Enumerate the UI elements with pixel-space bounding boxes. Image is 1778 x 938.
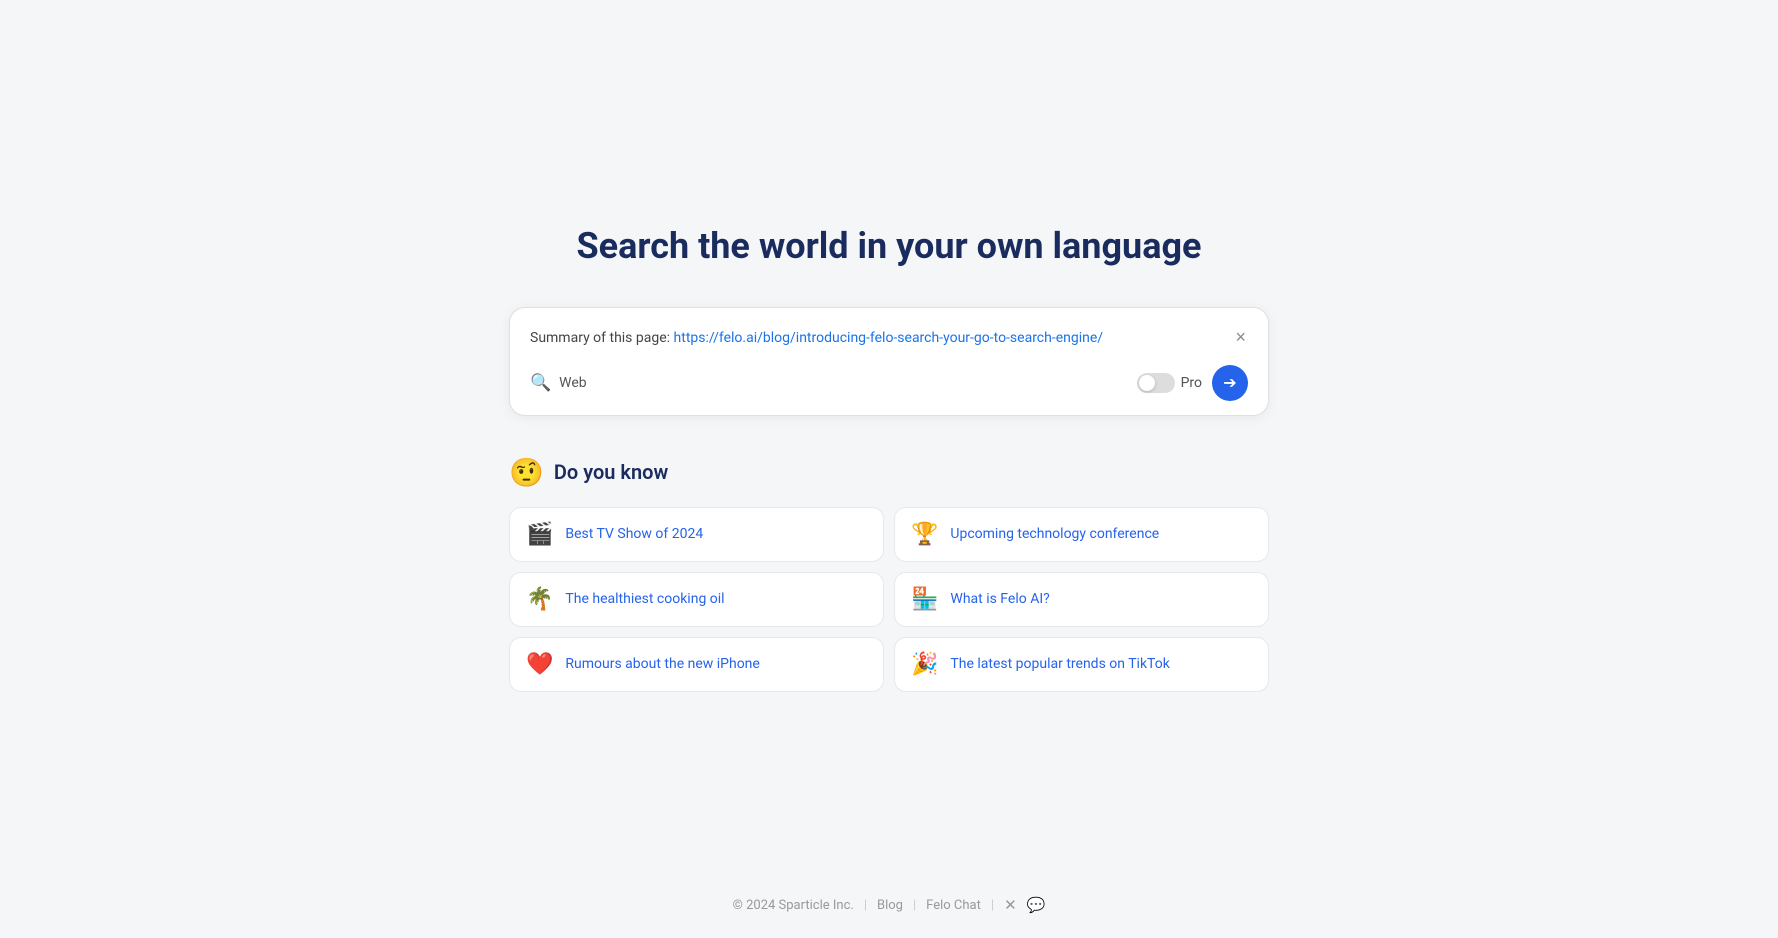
suggestion-card[interactable]: 🏆 Upcoming technology conference	[894, 507, 1269, 562]
url-text: Summary of this page: https://felo.ai/bl…	[530, 328, 1103, 349]
submit-button[interactable]: ➔	[1212, 365, 1248, 401]
pro-label: Pro	[1181, 375, 1202, 391]
search-container: Summary of this page: https://felo.ai/bl…	[509, 307, 1269, 416]
search-icon: 🔍	[530, 373, 551, 393]
separator-3: |	[991, 898, 994, 913]
suggestion-card[interactable]: 🌴 The healthiest cooking oil	[509, 572, 884, 627]
url-link[interactable]: https://felo.ai/blog/introducing-felo-se…	[674, 330, 1104, 346]
card-text: Best TV Show of 2024	[565, 526, 703, 542]
card-text: The latest popular trends on TikTok	[950, 656, 1169, 672]
copyright: © 2024 Sparticle Inc.	[733, 898, 854, 913]
separator-2: |	[913, 898, 916, 913]
pro-toggle[interactable]: Pro	[1137, 373, 1202, 393]
separator-1: |	[864, 898, 867, 913]
section-title: Do you know	[554, 460, 668, 484]
summary-prefix: Summary of this page:	[530, 330, 670, 346]
card-text: What is Felo AI?	[950, 591, 1049, 607]
card-icon: 🎬	[526, 522, 553, 547]
card-text: The healthiest cooking oil	[565, 591, 724, 607]
suggestions-grid: 🎬 Best TV Show of 2024 🏆 Upcoming technolog…	[509, 507, 1269, 692]
card-icon: 🏆	[911, 522, 938, 547]
x-icon[interactable]: ✕	[1004, 896, 1017, 914]
search-right: Pro ➔	[1137, 365, 1248, 401]
close-button[interactable]: ×	[1233, 328, 1248, 346]
footer: © 2024 Sparticle Inc. | Blog | Felo Chat…	[733, 876, 1046, 938]
suggestion-card[interactable]: 🎬 Best TV Show of 2024	[509, 507, 884, 562]
submit-arrow-icon: ➔	[1223, 373, 1236, 393]
url-bar: Summary of this page: https://felo.ai/bl…	[530, 328, 1248, 349]
section-header: 🤨 Do you know	[509, 456, 1269, 489]
search-row: 🔍 Web Pro ➔	[530, 365, 1248, 401]
toggle-thumb	[1139, 375, 1155, 391]
suggestion-card[interactable]: 🎉 The latest popular trends on TikTok	[894, 637, 1269, 692]
section-emoji: 🤨	[509, 456, 544, 489]
search-left: 🔍 Web	[530, 373, 587, 393]
footer-felo-chat-link[interactable]: Felo Chat	[926, 898, 981, 913]
do-you-know-section: 🤨 Do you know 🎬 Best TV Show of 2024 🏆 Upco…	[509, 456, 1269, 692]
toggle-track[interactable]	[1137, 373, 1175, 393]
hero-title: Search the world in your own language	[577, 225, 1202, 267]
card-icon: ❤️	[526, 652, 553, 677]
card-icon: 🏪	[911, 587, 938, 612]
card-text: Upcoming technology conference	[950, 526, 1159, 542]
card-text: Rumours about the new iPhone	[565, 656, 759, 672]
discord-icon[interactable]: 💬	[1027, 896, 1046, 914]
card-icon: 🎉	[911, 652, 938, 677]
web-label: Web	[559, 375, 587, 391]
suggestion-card[interactable]: 🏪 What is Felo AI?	[894, 572, 1269, 627]
suggestion-card[interactable]: ❤️ Rumours about the new iPhone	[509, 637, 884, 692]
card-icon: 🌴	[526, 587, 553, 612]
footer-blog-link[interactable]: Blog	[877, 898, 903, 913]
